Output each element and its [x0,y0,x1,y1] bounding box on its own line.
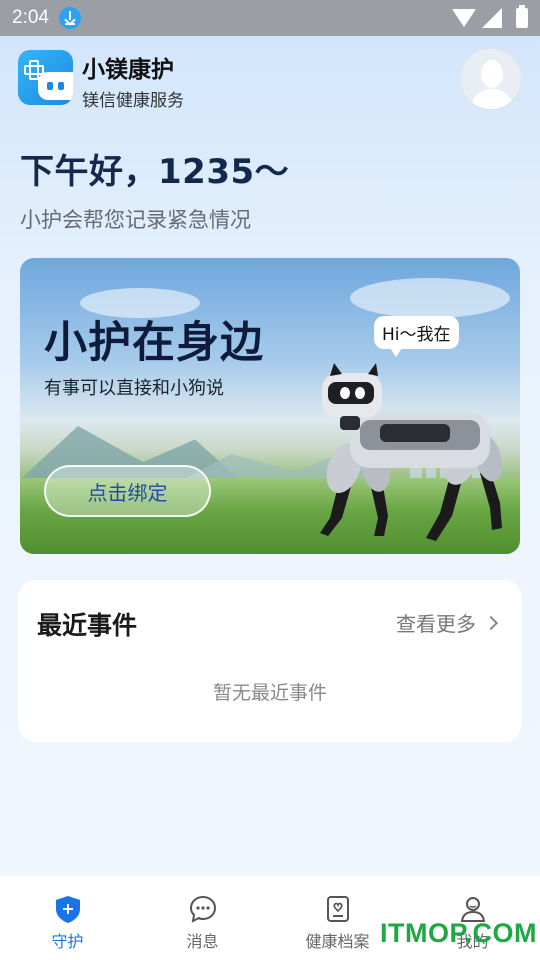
health-record-icon [327,896,349,922]
chat-bubble-icon [189,895,217,923]
shield-plus-icon [56,896,80,923]
avatar-head [481,60,503,88]
cloud [350,278,510,318]
nav-item-messages[interactable]: 消息 [135,876,270,960]
greeting-title: 下午好，1235～ [20,152,290,192]
status-time: 2:04 [12,7,49,28]
speech-bubble: Hi～我在 [374,316,459,357]
greeting-subtitle: 小护会帮您记录紧急情况 [20,208,251,232]
app-name: 小镁康护 [82,57,174,83]
app-subtitle: 镁信健康服务 [82,91,184,111]
nav-label: 守护 [51,932,84,951]
see-more-label: 查看更多 [396,612,476,636]
medical-cross-icon [24,60,44,80]
nav-item-guard[interactable]: 守护 [0,876,135,960]
app-logo [18,50,73,105]
empty-state-text: 暂无最近事件 [212,682,327,704]
signal-icon [482,8,502,28]
robot-dog-image [320,363,503,541]
banner-description: 有事可以直接和小狗说 [44,378,224,399]
download-icon [58,7,81,29]
wifi-icon [452,9,476,27]
status-bar: 2:04 [0,0,540,36]
watermark: ITMOP.COM [380,918,538,948]
promo-banner[interactable]: 小护在身边 有事可以直接和小狗说 点击绑定 Hi～我在 [20,258,520,554]
robot-face-icon [38,72,73,100]
avatar[interactable] [460,48,522,110]
app-header: 小镁康护 镁信健康服务 [18,48,522,112]
banner-title: 小护在身边 [44,318,264,368]
recent-events-card: 最近事件 查看更多 暂无最近事件 [18,580,522,742]
chevron-right-icon [483,615,499,630]
status-indicators [452,5,528,28]
battery-icon [516,5,528,28]
nav-label: 消息 [186,932,219,951]
recent-events-title: 最近事件 [37,611,138,640]
avatar-body [471,89,513,109]
see-more-link[interactable]: 查看更多 [396,608,499,637]
bind-button[interactable]: 点击绑定 [44,465,211,517]
